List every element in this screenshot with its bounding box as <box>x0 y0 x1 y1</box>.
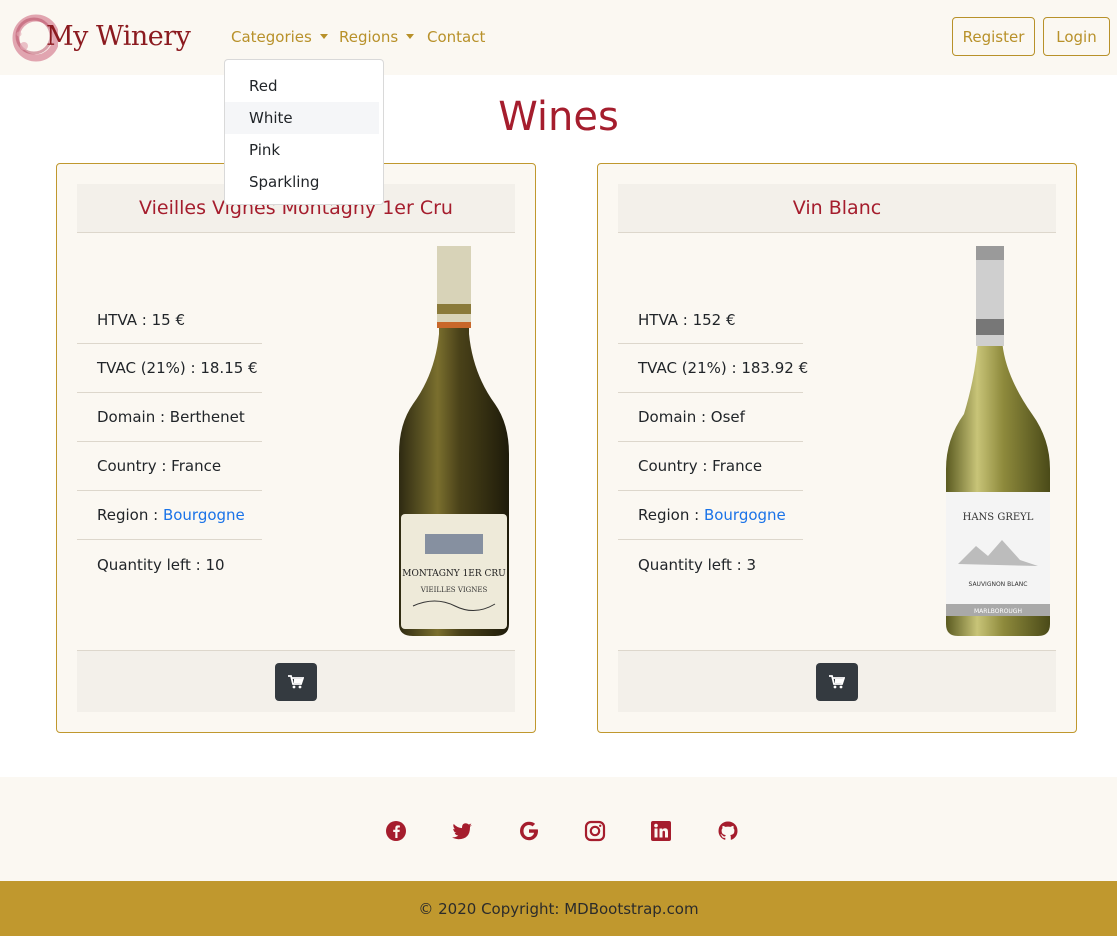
register-button[interactable]: Register <box>952 17 1035 56</box>
github-icon[interactable] <box>717 820 739 842</box>
wine-quantity: Quantity left : 3 <box>638 555 757 574</box>
bottle-label-subtext: VIEILLES VIGNES <box>420 586 488 594</box>
cart-icon <box>288 675 304 689</box>
add-to-cart-button[interactable] <box>275 663 317 701</box>
bottle-label-text: HANS GREYL <box>963 512 1034 523</box>
dropdown-item-sparkling[interactable]: Sparkling <box>225 166 383 198</box>
wine-card: Vieilles Vignes Montagny 1er Cru HTVA : … <box>56 163 536 733</box>
wine-region-prefix: Region : <box>638 506 704 524</box>
login-button[interactable]: Login <box>1043 17 1110 56</box>
facebook-icon[interactable] <box>385 820 407 842</box>
cart-icon <box>829 675 845 689</box>
wine-card-footer <box>618 650 1056 712</box>
dropdown-item-white[interactable]: White <box>225 102 379 134</box>
bottle-label-region: MARLBOROUGH <box>974 608 1022 615</box>
wine-country: Country : France <box>77 442 262 491</box>
footer-copyright: © 2020 Copyright: MDBootstrap.com <box>0 881 1117 936</box>
brand-name: My Winery <box>46 21 191 52</box>
nav-categories-label: Categories <box>231 28 312 46</box>
page-title: Wines <box>498 94 619 140</box>
wine-country: Country : France <box>618 442 803 491</box>
wine-card-footer <box>77 650 515 712</box>
nav-contact-link[interactable]: Contact <box>427 28 485 46</box>
wine-region-link[interactable]: Bourgogne <box>163 506 245 524</box>
wine-card: Vin Blanc HTVA : 152 € TVAC (21%) : 183.… <box>597 163 1077 733</box>
wine-bottle-image: MONTAGNY 1ER CRU VIEILLES VIGNES <box>399 246 509 636</box>
nav-categories-dropdown[interactable]: Categories <box>231 28 328 46</box>
wine-info-list: HTVA : 152 € TVAC (21%) : 183.92 € Domai… <box>618 296 808 589</box>
wine-bottle-image: HANS GREYL SAUVIGNON BLANC MARLBOROUGH <box>946 246 1050 636</box>
bottle-label-text: MONTAGNY 1ER CRU <box>402 569 506 579</box>
twitter-icon[interactable] <box>451 820 473 842</box>
wine-tvac: TVAC (21%) : 18.15 € <box>77 344 262 393</box>
add-to-cart-button[interactable] <box>816 663 858 701</box>
wine-info-list: HTVA : 15 € TVAC (21%) : 18.15 € Domain … <box>77 296 262 589</box>
nav-regions-dropdown[interactable]: Regions <box>339 28 415 46</box>
wine-domain: Domain : Osef <box>618 393 803 442</box>
navbar: My Winery Categories Regions Contact Reg… <box>0 0 1117 75</box>
wine-domain: Domain : Berthenet <box>77 393 262 442</box>
wine-card-title: Vin Blanc <box>618 184 1056 233</box>
bottle-label-subtext: SAUVIGNON BLANC <box>969 581 1028 588</box>
wine-htva: HTVA : 152 € <box>618 296 803 344</box>
linkedin-icon[interactable] <box>650 820 672 842</box>
footer-social-bar <box>0 777 1117 881</box>
wine-quantity: Quantity left : 10 <box>97 555 225 574</box>
wine-region: Region : Bourgogne <box>618 491 803 540</box>
instagram-icon[interactable] <box>584 820 606 842</box>
wine-htva: HTVA : 15 € <box>77 296 262 344</box>
google-icon[interactable] <box>518 820 540 842</box>
caret-down-icon <box>406 34 415 39</box>
wine-region-link[interactable]: Bourgogne <box>704 506 786 524</box>
categories-dropdown-menu: Red White Pink Sparkling <box>224 59 384 205</box>
caret-down-icon <box>319 34 328 39</box>
dropdown-item-pink[interactable]: Pink <box>225 134 383 166</box>
wine-region: Region : Bourgogne <box>77 491 262 540</box>
brand-link[interactable]: My Winery <box>12 12 191 64</box>
wine-region-prefix: Region : <box>97 506 163 524</box>
nav-regions-label: Regions <box>339 28 399 46</box>
dropdown-item-red[interactable]: Red <box>225 70 383 102</box>
wine-tvac: TVAC (21%) : 183.92 € <box>618 344 808 393</box>
